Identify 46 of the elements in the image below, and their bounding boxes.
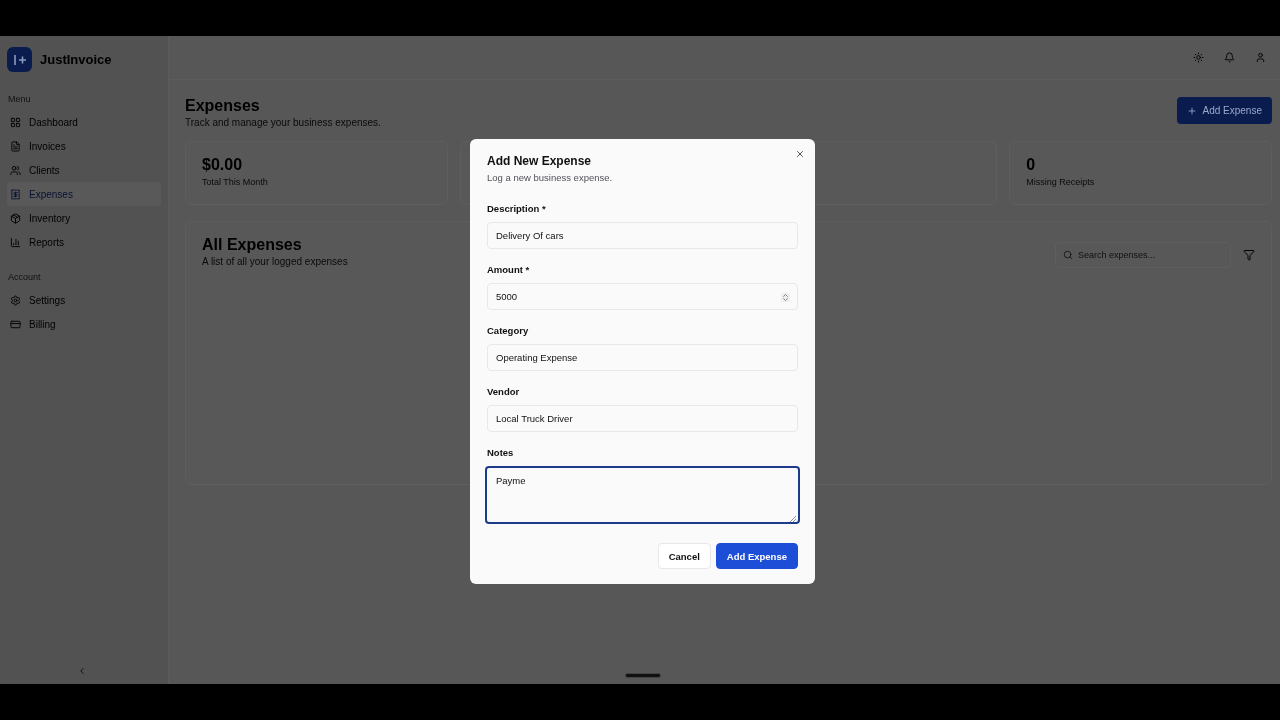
users-icon — [10, 164, 21, 176]
input-field[interactable]: 5000 — [487, 283, 798, 310]
section-title: All Expenses — [202, 236, 303, 254]
input-field[interactable]: Operating Expense — [487, 344, 798, 371]
user-icon[interactable] — [1255, 52, 1266, 63]
receipt-icon — [10, 188, 21, 200]
dialog-subtitle: Log a new business expense. — [487, 172, 614, 183]
section-subtitle: A list of all your logged expenses — [202, 256, 348, 267]
field-label: Amount * — [487, 264, 531, 275]
add-expense-button[interactable]: Add Expense — [1176, 97, 1272, 124]
field-label: Category — [487, 325, 530, 336]
sun-icon[interactable] — [1193, 52, 1204, 63]
chevron-left-icon[interactable] — [77, 666, 87, 676]
page-subtitle: Track and manage your business expenses. — [185, 117, 381, 128]
spinner-icon[interactable] — [781, 293, 790, 302]
search-field[interactable]: Search expenses... — [1055, 242, 1231, 268]
bell-icon[interactable] — [1224, 52, 1235, 63]
resize-handle-icon[interactable] — [789, 515, 796, 522]
stat-value: 0 — [1026, 156, 1037, 174]
app-name: JustInvoice — [40, 52, 112, 67]
stat-label: Total This Month — [202, 177, 269, 187]
input-field[interactable]: Local Truck Driver — [487, 405, 798, 432]
field-label: Description * — [487, 203, 547, 214]
search-icon — [1063, 250, 1073, 260]
field-label: Notes — [487, 447, 515, 458]
stat-label: Missing Receipts — [1026, 177, 1096, 187]
box-icon — [10, 212, 21, 224]
document-icon — [10, 140, 21, 152]
cancel-button[interactable]: Cancel — [657, 543, 711, 569]
home-indicator[interactable] — [625, 673, 661, 678]
submit-button[interactable]: Add Expense — [715, 543, 798, 569]
grid-icon — [10, 116, 21, 128]
bar-chart-icon — [10, 236, 21, 248]
field-label: Vendor — [487, 386, 521, 397]
settings-icon — [10, 294, 21, 306]
stat-value: $0.00 — [202, 156, 244, 174]
page-title: Expenses — [185, 97, 261, 115]
dialog-title: Add New Expense — [487, 154, 593, 168]
input-field[interactable]: Delivery Of cars — [487, 222, 798, 249]
notes-field[interactable]: Payme — [485, 466, 800, 524]
plus-icon — [1186, 105, 1197, 116]
card-icon — [10, 318, 21, 330]
section-title: Menu — [8, 94, 32, 104]
filter-icon[interactable] — [1243, 249, 1255, 261]
logo-icon — [7, 47, 32, 72]
close-button[interactable] — [795, 149, 805, 159]
